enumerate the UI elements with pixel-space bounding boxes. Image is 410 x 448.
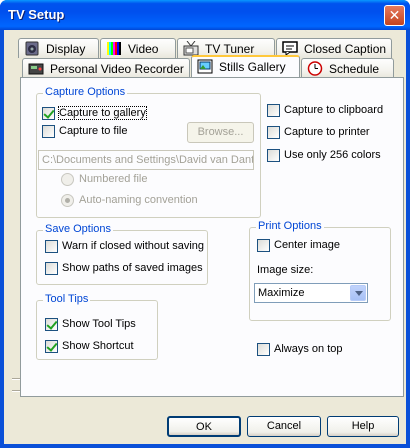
recorder-icon	[28, 63, 44, 75]
gallery-icon	[197, 59, 213, 74]
tab-schedule[interactable]: Schedule	[301, 58, 394, 78]
warn-unsaved-checkbox[interactable]	[45, 240, 58, 253]
tab-video[interactable]: Video	[100, 38, 176, 58]
tab-display-label: Display	[46, 42, 86, 56]
chevron-down-icon[interactable]	[350, 285, 366, 301]
tab-stills-gallery-label: Stills Gallery	[219, 60, 286, 74]
save-options-legend: Save Options	[43, 223, 114, 235]
caption-icon	[282, 41, 298, 56]
capture-to-printer-checkbox[interactable]	[267, 126, 280, 139]
use-256-colors-label[interactable]: Use only 256 colors	[284, 149, 381, 161]
tab-closed-caption-label: Closed Caption	[304, 42, 387, 56]
use-256-colors-checkbox[interactable]	[267, 149, 280, 162]
color-bars-icon	[107, 42, 121, 55]
schedule-icon	[307, 61, 323, 76]
show-shortcut-checkbox[interactable]	[45, 340, 58, 353]
show-shortcut-label[interactable]: Show Shortcut	[62, 340, 134, 352]
tab-video-label: Video	[128, 42, 159, 56]
tab-personal-video-recorder-label: Personal Video Recorder	[50, 62, 184, 76]
tv-setup-window: TV Setup ✕ Display Video TV Tuner Closed…	[0, 0, 410, 448]
speaker-icon	[25, 41, 39, 56]
auto-naming-radio[interactable]	[61, 194, 74, 207]
capture-options-legend: Capture Options	[43, 86, 128, 98]
always-on-top-checkbox[interactable]	[257, 343, 270, 356]
tab-display[interactable]: Display	[18, 38, 99, 58]
print-options-legend: Print Options	[256, 220, 324, 232]
tab-schedule-label: Schedule	[329, 62, 380, 76]
tool-tips-legend: Tool Tips	[43, 293, 91, 305]
image-size-label: Image size:	[257, 264, 314, 276]
cancel-button[interactable]: Cancel	[247, 416, 321, 437]
capture-path-field[interactable]: C:\Documents and Settings\David van Dant	[38, 150, 254, 170]
close-button[interactable]: ✕	[384, 5, 405, 26]
window-title: TV Setup	[8, 7, 65, 22]
numbered-file-radio[interactable]	[61, 173, 74, 186]
title-bar[interactable]: TV Setup ✕	[0, 0, 410, 30]
capture-to-clipboard-label[interactable]: Capture to clipboard	[284, 104, 383, 116]
stills-gallery-panel: Capture Options Capture to gallery Captu…	[20, 77, 404, 397]
show-tool-tips-label[interactable]: Show Tool Tips	[62, 318, 136, 330]
always-on-top-label[interactable]: Always on top	[274, 343, 342, 355]
capture-to-gallery-label[interactable]: Capture to gallery	[58, 106, 147, 120]
auto-naming-label[interactable]: Auto-naming convention	[79, 194, 198, 206]
capture-to-clipboard-checkbox[interactable]	[267, 104, 280, 117]
tab-personal-video-recorder[interactable]: Personal Video Recorder	[22, 58, 190, 78]
warn-unsaved-label[interactable]: Warn if closed without saving	[62, 240, 204, 252]
image-size-value: Maximize	[258, 287, 305, 299]
numbered-file-label[interactable]: Numbered file	[79, 173, 147, 185]
show-paths-label[interactable]: Show paths of saved images	[62, 262, 203, 274]
capture-to-printer-label[interactable]: Capture to printer	[284, 126, 370, 138]
image-size-select[interactable]: Maximize	[254, 283, 368, 303]
help-button[interactable]: Help	[327, 416, 399, 437]
tab-stills-gallery[interactable]: Stills Gallery	[191, 55, 300, 77]
tuner-icon	[183, 41, 199, 56]
show-tool-tips-checkbox[interactable]	[45, 318, 58, 331]
capture-to-file-checkbox[interactable]	[42, 125, 55, 138]
show-paths-checkbox[interactable]	[45, 262, 58, 275]
center-image-label[interactable]: Center image	[274, 239, 340, 251]
ok-button[interactable]: OK	[167, 416, 241, 437]
capture-to-gallery-checkbox[interactable]	[42, 107, 55, 120]
capture-to-file-label[interactable]: Capture to file	[59, 125, 127, 137]
save-options-group: Save Options	[36, 223, 208, 285]
dialog-client-area: Display Video TV Tuner Closed Caption Pe…	[4, 30, 406, 444]
center-image-checkbox[interactable]	[257, 239, 270, 252]
browse-button[interactable]: Browse...	[187, 122, 254, 143]
